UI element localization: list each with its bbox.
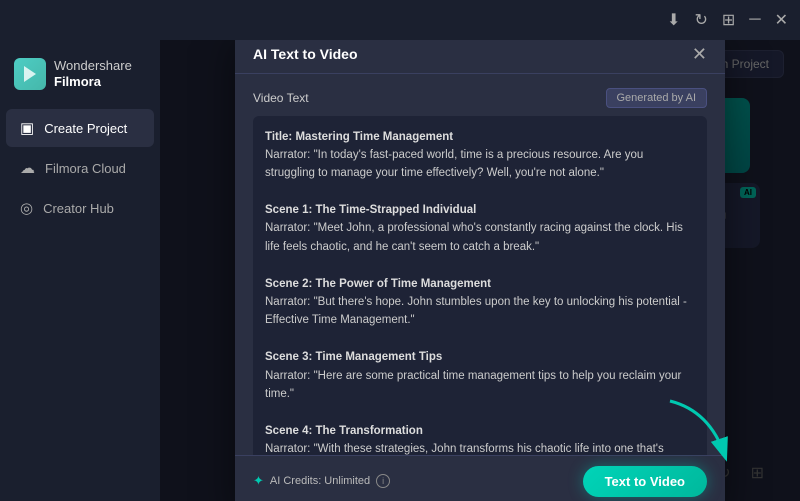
sidebar: Wondershare Filmora ▣ Create Project ☁ F…: [0, 40, 160, 501]
content-area: 📁 Open Project AI Copywriting 🔍 ↻ ⊞ AI T…: [160, 40, 800, 501]
sidebar-item-label: Filmora Cloud: [45, 161, 126, 176]
logo-text: Wondershare Filmora: [54, 58, 132, 89]
modal-header: AI Text to Video ✕: [235, 40, 725, 74]
scene2-title: Scene 2: The Power of Time Management: [265, 278, 491, 290]
video-text-label: Video Text: [253, 91, 309, 105]
text-to-video-button[interactable]: Text to Video: [583, 466, 707, 497]
create-project-icon: ▣: [20, 119, 34, 137]
main-area: Wondershare Filmora ▣ Create Project ☁ F…: [0, 40, 800, 501]
minimize-icon[interactable]: ─: [749, 11, 760, 29]
logo-icon: [14, 58, 46, 90]
modal-footer: ✦ AI Credits: Unlimited i Text to Video: [235, 455, 725, 501]
scene4-narrator: Narrator: "With these strategies, John t…: [265, 440, 695, 454]
sidebar-item-creator-hub[interactable]: ◎ Creator Hub: [6, 189, 154, 227]
sidebar-item-label: Creator Hub: [43, 201, 114, 216]
title-line: Title: Mastering Time Management: [265, 131, 453, 143]
text-area-box[interactable]: Title: Mastering Time Management Narrato…: [253, 116, 707, 455]
close-icon[interactable]: ✕: [775, 10, 788, 30]
sidebar-item-create-project[interactable]: ▣ Create Project: [6, 109, 154, 147]
modal-title: AI Text to Video: [253, 46, 358, 62]
scene1-narrator: Narrator: "Meet John, a professional who…: [265, 219, 695, 256]
scene4-title: Scene 4: The Transformation: [265, 425, 423, 437]
text-content: Title: Mastering Time Management Narrato…: [265, 128, 695, 455]
modal-overlay: AI Text to Video ✕ Video Text Generated …: [160, 40, 800, 501]
ai-credits-label: AI Credits: Unlimited: [270, 475, 370, 487]
cloud-icon: ☁: [20, 159, 35, 177]
sidebar-item-filmora-cloud[interactable]: ☁ Filmora Cloud: [6, 149, 154, 187]
video-text-label-row: Video Text Generated by AI: [253, 88, 707, 108]
scene1-title: Scene 1: The Time-Strapped Individual: [265, 204, 476, 216]
info-icon[interactable]: i: [376, 474, 390, 488]
brand-name: Wondershare: [54, 58, 132, 73]
generated-badge: Generated by AI: [606, 88, 708, 108]
creator-hub-icon: ◎: [20, 199, 33, 217]
narrator-intro: Narrator: "In today's fast-paced world, …: [265, 146, 695, 183]
grid-icon[interactable]: ⊞: [722, 10, 735, 30]
app-name: Filmora: [54, 74, 101, 89]
download-icon[interactable]: ⬇: [667, 10, 680, 30]
sync-icon[interactable]: ↻: [694, 10, 707, 30]
logo: Wondershare Filmora: [0, 50, 160, 108]
scene2-narrator: Narrator: "But there's hope. John stumbl…: [265, 293, 695, 330]
modal-close-button[interactable]: ✕: [692, 45, 707, 63]
scene3-narrator: Narrator: "Here are some practical time …: [265, 367, 695, 404]
modal-body: Video Text Generated by AI Title: Master…: [235, 74, 725, 455]
sidebar-item-label: Create Project: [44, 121, 127, 136]
scene3-title: Scene 3: Time Management Tips: [265, 351, 442, 363]
top-bar: ⬇ ↻ ⊞ ─ ✕: [0, 0, 800, 40]
ai-icon: ✦: [253, 473, 264, 489]
modal: AI Text to Video ✕ Video Text Generated …: [235, 40, 725, 501]
ai-credits: ✦ AI Credits: Unlimited i: [253, 473, 390, 489]
